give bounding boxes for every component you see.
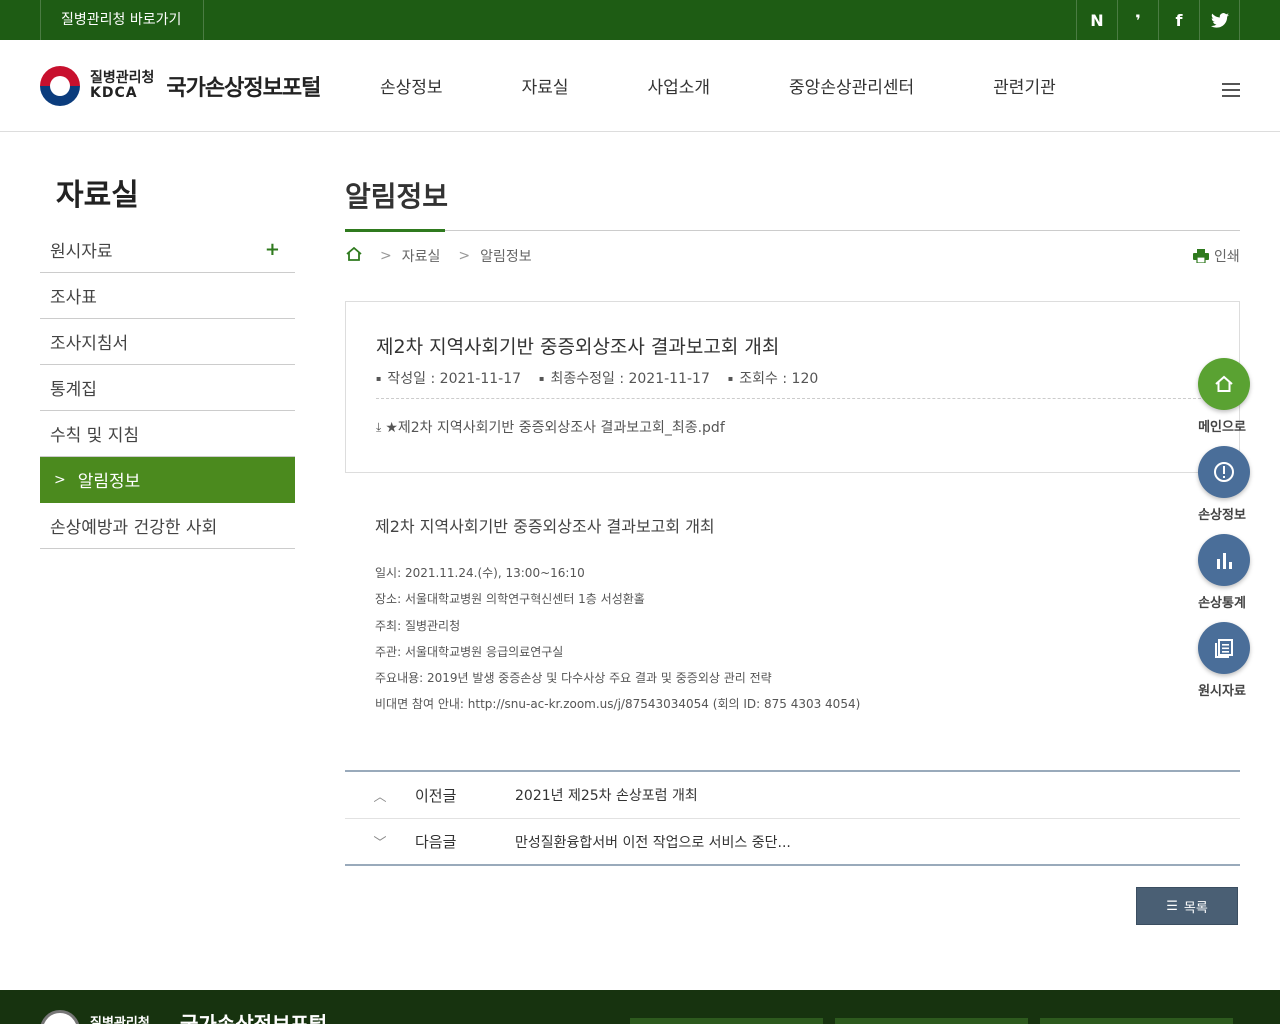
- chevron-up-icon: ︿: [373, 789, 387, 805]
- quick-link-injury-info[interactable]: 손상정보: [1198, 446, 1252, 523]
- quick-link-label: 원시자료: [1198, 684, 1246, 699]
- side-item-survey-guide[interactable]: 조사지침서: [40, 319, 295, 365]
- next-label: 다음글: [415, 833, 457, 851]
- quick-link-label: 메인으로: [1198, 420, 1246, 435]
- quick-link-statistics[interactable]: 손상통계: [1198, 534, 1252, 611]
- next-post-row[interactable]: ﹀ 다음글 만성질환융합서버 이전 작업으로 서비스 중단...: [345, 818, 1240, 864]
- post-body: 일시: 2021.11.24.(수), 13:00~16:10 장소: 서울대학…: [375, 563, 860, 721]
- side-item-questionnaire[interactable]: 조사표: [40, 273, 295, 319]
- breadcrumb-separator: >: [380, 248, 392, 264]
- side-item-label: 통계집: [50, 380, 97, 400]
- chevron-right-icon: >: [54, 471, 66, 488]
- post-body-line: 주관: 서울대학교병원 응급의료연구실: [375, 644, 564, 659]
- post-view-count: 조회수 : 120: [728, 368, 818, 388]
- title-accent: [345, 229, 445, 232]
- post-body-line: 장소: 서울대학교병원 의학연구혁신센터 1층 서성환홀: [375, 592, 645, 607]
- prev-label: 이전글: [415, 786, 457, 805]
- side-item-label: 조사지침서: [50, 334, 129, 354]
- breadcrumb-item[interactable]: 자료실: [402, 246, 441, 266]
- prev-next-nav: ︿ 이전글 2021년 제25차 손상포럼 개최 ﹀ 다음글 만성질환융합서버 …: [345, 770, 1240, 866]
- nav-item-injury-info[interactable]: 손상정보: [380, 73, 443, 98]
- kdca-shortcut-link[interactable]: 질병관리청 바로가기: [40, 0, 205, 40]
- post-header-box: 제2차 지역사회기반 중증외상조사 결과보고회 개최 작성일 : 2021-11…: [345, 301, 1240, 473]
- home-icon[interactable]: [346, 246, 362, 265]
- social-links: N ❜ f: [1076, 0, 1240, 40]
- attachment-link[interactable]: ⤓ ★제2차 지역사회기반 중증외상조사 결과보고회_최종.pdf: [376, 417, 725, 437]
- side-item-label: 수칙 및 지침: [50, 426, 140, 446]
- footer-select-box[interactable]: [1040, 1018, 1233, 1024]
- site-footer: 질병관리청 국가손상정보포털: [0, 990, 1280, 1024]
- breadcrumb-separator: >: [458, 248, 471, 264]
- prev-title[interactable]: 2021년 제25차 손상포럼 개최: [515, 785, 698, 805]
- bar-chart-icon: [1198, 534, 1250, 586]
- nav-item-related[interactable]: 관련기관: [993, 73, 1056, 98]
- logo-site-name: 국가손상정보포털: [166, 76, 321, 101]
- side-item-statistics-book[interactable]: 통계집: [40, 365, 295, 411]
- post-modified-date: 최종수정일 : 2021-11-17: [539, 368, 709, 388]
- side-item-label: 손상예방과 건강한 사회: [50, 518, 218, 538]
- plus-icon[interactable]: +: [265, 239, 280, 260]
- side-item-label: 원시자료: [50, 242, 113, 262]
- kdca-emblem-icon: [40, 1010, 80, 1024]
- side-item-prevention[interactable]: 손상예방과 건강한 사회: [40, 503, 295, 549]
- print-button[interactable]: 인쇄: [1193, 246, 1240, 266]
- naver-blog-icon[interactable]: N: [1076, 0, 1117, 40]
- footer-site-name: 국가손상정보포털: [180, 1012, 328, 1024]
- download-icon: ⤓: [376, 419, 382, 434]
- side-item-raw-data[interactable]: 원시자료 +: [40, 227, 295, 273]
- breadcrumb: > 자료실 > 알림정보: [346, 246, 532, 266]
- footer-select-box[interactable]: [835, 1018, 1028, 1024]
- print-label: 인쇄: [1214, 249, 1240, 265]
- quick-link-raw-data[interactable]: 원시자료: [1198, 622, 1252, 699]
- post-body-title: 제2차 지역사회기반 중증외상조사 결과보고회 개최: [375, 517, 715, 536]
- nav-item-center[interactable]: 중앙손상관리센터: [789, 73, 914, 98]
- site-header: 질병관리청 KDCA 국가손상정보포털 손상정보 자료실 사업소개 중앙손상관리…: [0, 40, 1280, 132]
- post-body-line: 비대면 참여 안내: http://snu-ac-kr.zoom.us/j/87…: [375, 697, 861, 712]
- logo-org-ko: 질병관리청: [90, 69, 155, 86]
- title-divider: [345, 230, 1240, 231]
- printer-icon: [1193, 249, 1209, 263]
- post-created-date: 작성일 : 2021-11-17: [376, 368, 521, 388]
- top-bar: 질병관리청 바로가기 N ❜ f: [0, 0, 1280, 40]
- side-item-label: 조사표: [50, 288, 97, 308]
- document-icon: [1198, 622, 1250, 674]
- prev-post-row[interactable]: ︿ 이전글 2021년 제25차 손상포럼 개최: [345, 772, 1240, 818]
- footer-select-box[interactable]: [630, 1018, 823, 1024]
- side-item-notices[interactable]: > 알림정보: [40, 457, 295, 503]
- side-item-label: 알림정보: [77, 472, 141, 492]
- main-nav: 손상정보 자료실 사업소개 중앙손상관리센터 관련기관: [380, 73, 1135, 98]
- site-logo[interactable]: 질병관리청 KDCA 국가손상정보포털: [40, 66, 321, 106]
- post-meta: 작성일 : 2021-11-17 최종수정일 : 2021-11-17 조회수 …: [376, 368, 836, 388]
- alert-icon: [1198, 446, 1250, 498]
- chevron-down-icon: ﹀: [373, 836, 387, 851]
- side-menu: 원시자료 + 조사표 조사지침서 통계집 수칙 및 지침 > 알림정보 손상예방…: [40, 227, 295, 549]
- attachment-filename: ★제2차 지역사회기반 중증외상조사 결과보고회_최종.pdf: [385, 420, 725, 436]
- post-divider: [376, 398, 1211, 399]
- side-item-guidelines[interactable]: 수칙 및 지침: [40, 411, 295, 457]
- next-title[interactable]: 만성질환융합서버 이전 작업으로 서비스 중단...: [515, 832, 791, 852]
- page-title: 알림정보: [345, 180, 449, 213]
- twitter-icon[interactable]: [1199, 0, 1240, 40]
- footer-org-name: 질병관리청: [90, 1016, 150, 1024]
- list-button[interactable]: ☰ 목록: [1136, 887, 1238, 925]
- kdca-emblem-icon: [40, 66, 80, 106]
- breadcrumb-item[interactable]: 알림정보: [480, 246, 532, 266]
- facebook-icon[interactable]: f: [1158, 0, 1199, 40]
- nav-item-business[interactable]: 사업소개: [647, 73, 710, 98]
- quick-link-label: 손상통계: [1198, 596, 1246, 611]
- kakao-story-icon[interactable]: ❜: [1117, 0, 1158, 40]
- menu-icon[interactable]: [1222, 83, 1240, 97]
- quick-link-label: 손상정보: [1198, 508, 1246, 523]
- post-body-line: 주최: 질병관리청: [375, 618, 461, 633]
- post-body-line: 주요내용: 2019년 발생 중증손상 및 다수사상 주요 결과 및 중증외상 …: [375, 671, 772, 686]
- quick-link-main[interactable]: 메인으로: [1198, 358, 1252, 435]
- side-menu-title: 자료실: [56, 178, 139, 213]
- list-button-label: 목록: [1183, 900, 1208, 916]
- post-title: 제2차 지역사회기반 중증외상조사 결과보고회 개최: [376, 336, 780, 358]
- logo-org-en: KDCA: [90, 85, 138, 101]
- post-body-line: 일시: 2021.11.24.(수), 13:00~16:10: [375, 566, 585, 580]
- nav-item-archive[interactable]: 자료실: [522, 73, 569, 98]
- list-icon: ☰: [1166, 898, 1178, 914]
- home-icon: [1198, 358, 1250, 410]
